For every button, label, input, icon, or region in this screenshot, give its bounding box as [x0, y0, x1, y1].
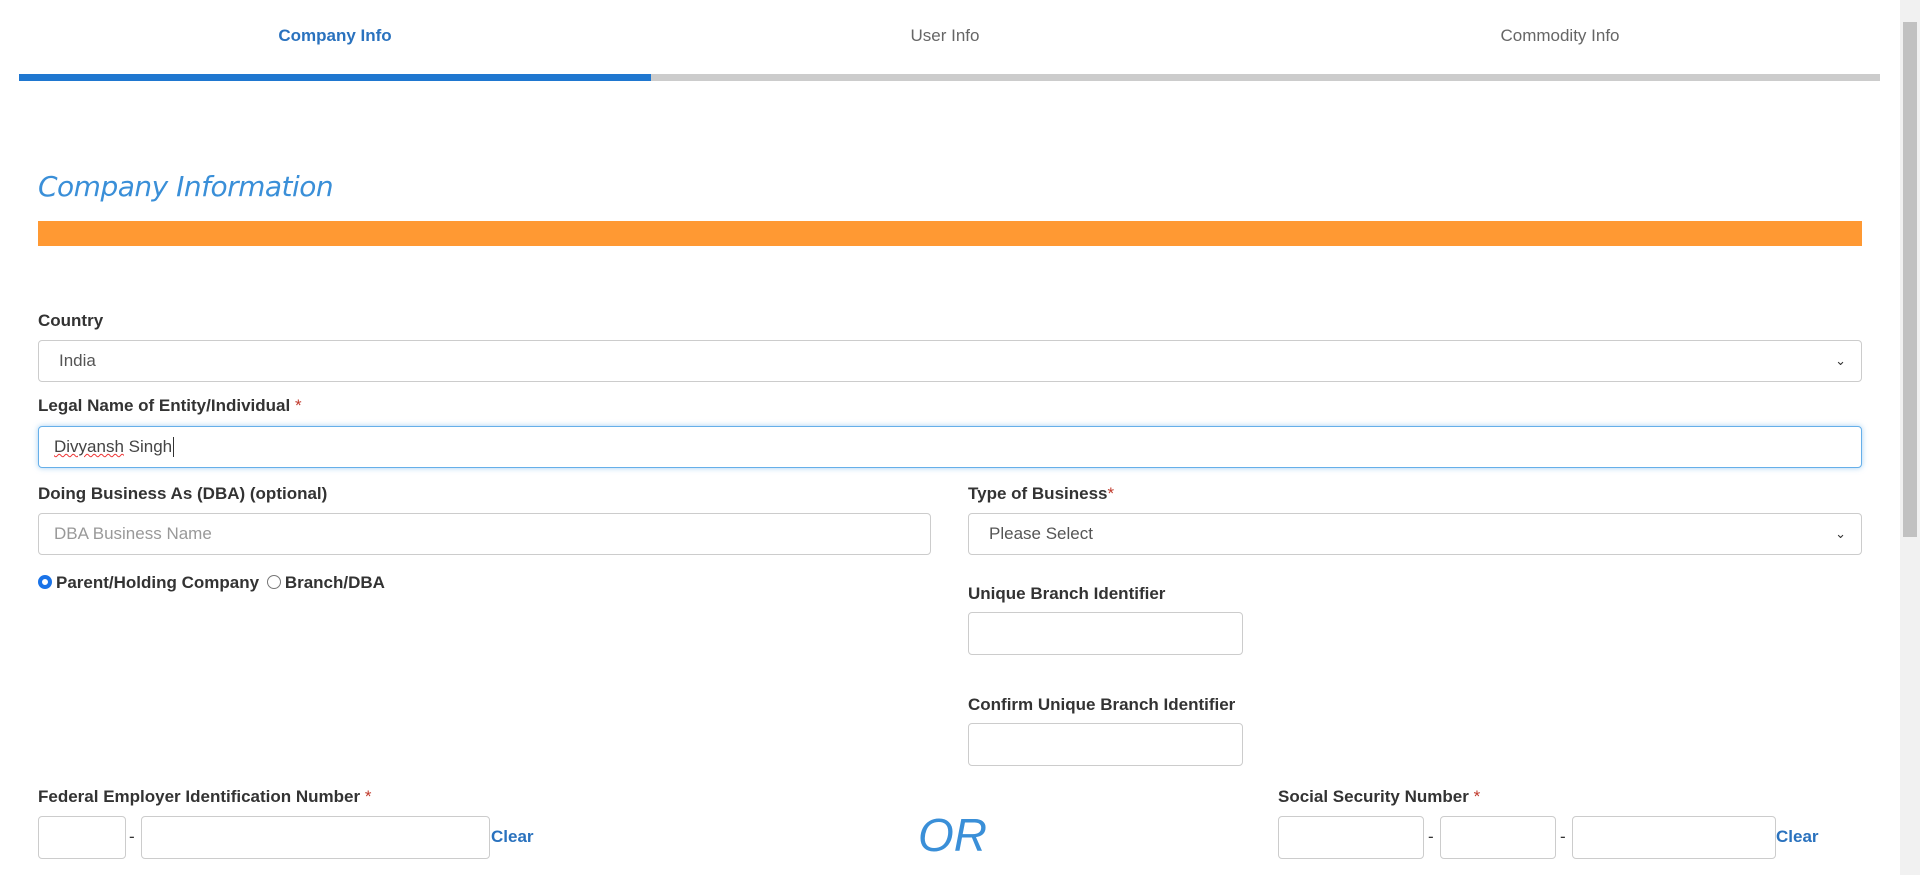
country-label: Country: [38, 311, 104, 330]
required-marker: *: [1473, 787, 1481, 806]
radio-branch-label[interactable]: Branch/DBA: [285, 573, 385, 592]
ssn-input-part2[interactable]: [1440, 816, 1556, 859]
scrollbar-thumb[interactable]: [1903, 22, 1917, 537]
ssn-separator: -: [1560, 827, 1566, 846]
fein-input-part1[interactable]: [38, 816, 126, 859]
type-label-text: Type of Business: [968, 484, 1108, 503]
tab-commodity-info[interactable]: Commodity Info: [1245, 26, 1875, 46]
confirm-branch-input[interactable]: [968, 723, 1243, 766]
radio-parent-company[interactable]: [38, 574, 52, 589]
type-of-business-select[interactable]: Please Select ⌄: [968, 513, 1862, 555]
confirm-branch-label: Confirm Unique Branch Identifier: [968, 695, 1236, 714]
radio-parent-label[interactable]: Parent/Holding Company: [56, 573, 259, 592]
progress-fill: [19, 74, 651, 81]
chevron-down-icon: ⌄: [1835, 526, 1846, 541]
dba-label: Doing Business As (DBA) (optional): [38, 484, 328, 503]
text-caret: [173, 437, 175, 457]
ssn-clear-link[interactable]: Clear: [1776, 827, 1819, 847]
ssn-label-text: Social Security Number: [1278, 787, 1469, 806]
ssn-input-part3[interactable]: [1572, 816, 1776, 859]
legal-name-first: Divyansh: [54, 437, 124, 456]
ssn-input-part1[interactable]: [1278, 816, 1424, 859]
fein-input-part2[interactable]: [141, 816, 490, 859]
legal-name-label-text: Legal Name of Entity/Individual: [38, 396, 291, 415]
unique-branch-input[interactable]: [968, 612, 1243, 655]
required-marker: *: [294, 396, 302, 415]
tab-user-info[interactable]: User Info: [630, 26, 1260, 46]
legal-name-rest: Singh: [123, 437, 173, 456]
type-of-business-value: Please Select: [989, 524, 1093, 543]
ssn-separator: -: [1428, 827, 1434, 846]
fein-clear-link[interactable]: Clear: [491, 827, 534, 847]
fein-separator: -: [129, 827, 135, 846]
company-type-radios: Parent/Holding Company Branch/DBA: [38, 573, 385, 593]
section-divider: [38, 221, 1862, 246]
fein-label-text: Federal Employer Identification Number: [38, 787, 361, 806]
legal-name-label: Legal Name of Entity/Individual *: [38, 396, 302, 416]
country-select[interactable]: India ⌄: [38, 340, 1862, 382]
chevron-down-icon: ⌄: [1835, 353, 1846, 368]
unique-branch-label: Unique Branch Identifier: [968, 584, 1166, 603]
scrollbar[interactable]: [1900, 0, 1920, 875]
dba-input[interactable]: DBA Business Name: [38, 513, 931, 555]
or-divider-text: OR: [918, 809, 987, 861]
radio-branch-dba[interactable]: [266, 574, 281, 589]
fein-label: Federal Employer Identification Number *: [38, 787, 371, 807]
ssn-label: Social Security Number *: [1278, 787, 1480, 807]
required-marker: *: [1107, 484, 1115, 503]
country-value: India: [59, 351, 96, 370]
dba-placeholder: DBA Business Name: [54, 524, 212, 543]
section-title: Company Information: [38, 170, 334, 203]
tab-company-info[interactable]: Company Info: [20, 26, 650, 46]
required-marker: *: [364, 787, 372, 806]
legal-name-input[interactable]: Divyansh Singh: [38, 426, 1862, 468]
type-of-business-label: Type of Business*: [968, 484, 1114, 504]
